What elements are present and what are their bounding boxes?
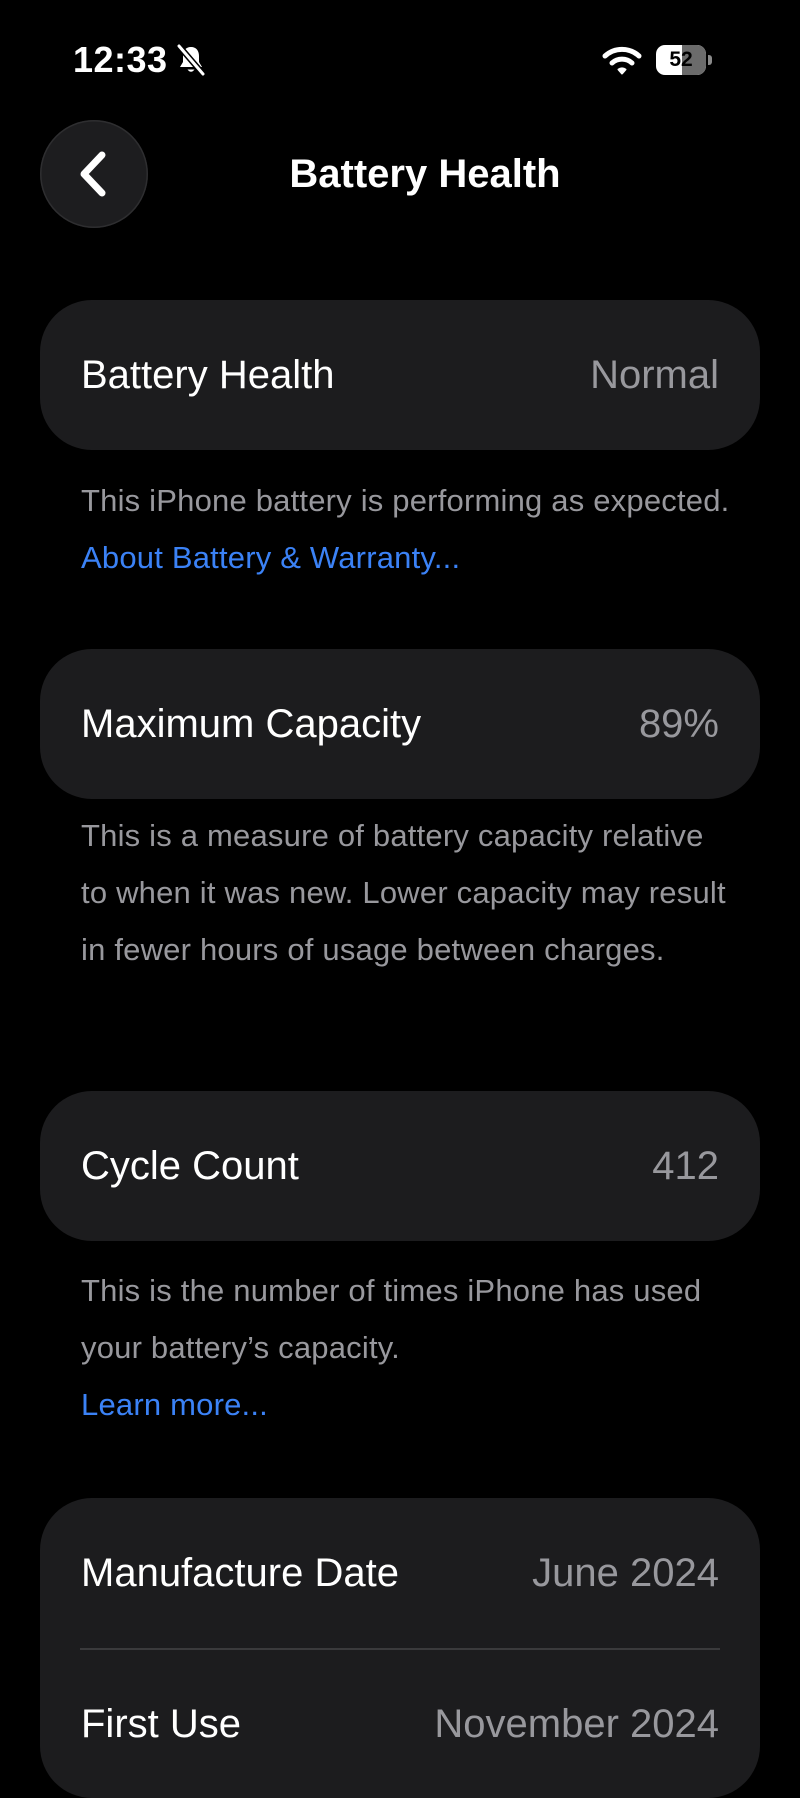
maximum-capacity-card: Maximum Capacity 89% — [40, 649, 760, 799]
cycle-count-value: 412 — [652, 1143, 719, 1188]
cycle-count-row: Cycle Count 412 — [40, 1091, 760, 1241]
status-indicators: 52 — [602, 42, 712, 78]
status-time: 12:33 — [73, 39, 168, 80]
wifi-icon — [602, 46, 642, 75]
page-title: Battery Health — [289, 152, 561, 196]
back-button[interactable] — [40, 120, 148, 228]
manufacture-date-value: June 2024 — [532, 1550, 719, 1595]
status-bar: 12:33 52 — [0, 0, 800, 110]
maximum-capacity-row: Maximum Capacity 89% — [40, 649, 760, 799]
battery-health-label: Battery Health — [81, 352, 335, 397]
status-time-group: 12:33 — [73, 38, 206, 82]
manufacture-date-row: Manufacture Date June 2024 — [40, 1498, 760, 1648]
battery-dates-card: Manufacture Date June 2024 First Use Nov… — [40, 1498, 760, 1798]
cycle-count-label: Cycle Count — [81, 1143, 299, 1188]
battery-level: 52 — [669, 48, 693, 71]
battery-icon: 52 — [656, 45, 712, 75]
manufacture-date-label: Manufacture Date — [81, 1550, 399, 1595]
first-use-value: November 2024 — [434, 1701, 719, 1746]
battery-body: 52 — [656, 45, 706, 75]
battery-health-description: This iPhone battery is performing as exp… — [81, 483, 730, 518]
bell-slash-icon — [175, 43, 206, 77]
maximum-capacity-value: 89% — [638, 701, 719, 746]
battery-health-value: Normal — [590, 352, 719, 397]
chevron-left-icon — [80, 151, 106, 197]
maximum-capacity-footer: This is a measure of battery capacity re… — [81, 818, 726, 967]
cycle-count-description: This is the number of times iPhone has u… — [81, 1273, 702, 1365]
first-use-row: First Use November 2024 — [40, 1650, 760, 1798]
about-battery-warranty-link[interactable]: About Battery & Warranty... — [81, 540, 460, 575]
learn-more-link[interactable]: Learn more... — [81, 1387, 268, 1422]
battery-health-row: Battery Health Normal — [40, 300, 760, 450]
battery-health-footer: This iPhone battery is performing as exp… — [81, 472, 731, 586]
cycle-count-footer: This is the number of times iPhone has u… — [81, 1262, 731, 1433]
maximum-capacity-label: Maximum Capacity — [81, 701, 422, 746]
cycle-count-card: Cycle Count 412 — [40, 1091, 760, 1241]
battery-tip — [708, 55, 712, 65]
battery-health-card: Battery Health Normal — [40, 300, 760, 450]
first-use-label: First Use — [81, 1701, 241, 1746]
